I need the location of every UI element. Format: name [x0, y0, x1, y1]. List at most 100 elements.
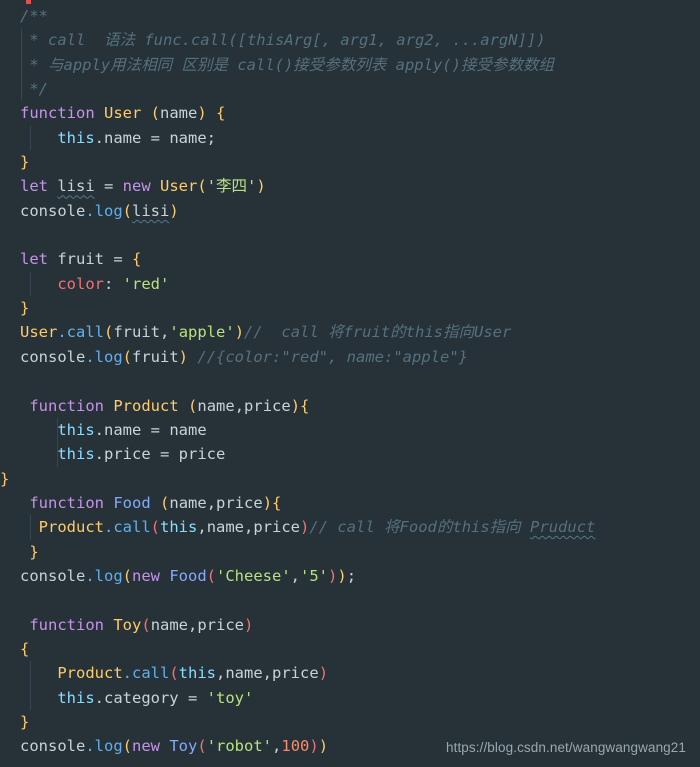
number-literal: 100 [281, 737, 310, 756]
code-line[interactable]: function Product (name,price){ [0, 394, 700, 418]
string-literal: 'red' [122, 274, 170, 293]
paren-open: ( [104, 323, 114, 342]
code-editor-pane[interactable]: /** * call 语法 func.call([thisArg[, arg1,… [0, 0, 700, 767]
function-name-food: Food [113, 493, 151, 512]
paren-close: ) [337, 566, 347, 585]
comment-token: // call 将fruit的this指向User [244, 323, 512, 342]
paren-open: ( [122, 566, 132, 585]
method-log: .log [85, 566, 123, 585]
code-line[interactable]: User.call(fruit,'apple')// call 将fruit的t… [0, 320, 700, 344]
paren-close: ) [169, 201, 179, 220]
code-line[interactable]: * 与apply用法相同 区别是 call()接受参数列表 apply()接受参… [0, 52, 700, 78]
code-line[interactable]: * call 语法 func.call([thisArg[, arg1, arg… [0, 28, 700, 53]
keyword-this: this [57, 420, 95, 439]
operator-assign: = [178, 688, 207, 707]
brace-close: } [29, 542, 39, 561]
indent-guide [21, 28, 22, 53]
paren-close: ) [318, 737, 329, 756]
colon: : [104, 274, 123, 293]
method-call: .call [104, 518, 151, 537]
watermark-url: https://blog.csdn.net/wangwangwang21 [445, 740, 686, 755]
code-line-blank[interactable] [0, 588, 700, 612]
variable-lisi: lisi [132, 201, 170, 220]
code-line[interactable]: let lisi = new User('李四') [0, 174, 700, 198]
code-line[interactable]: */ [0, 77, 700, 102]
keyword-function: function [29, 396, 104, 415]
comma: , [272, 737, 282, 756]
keyword-function: function [20, 104, 95, 123]
string-literal: 'Cheese' [216, 566, 291, 585]
code-line[interactable]: } [0, 150, 700, 174]
code-line[interactable]: this.category = 'toy' [0, 685, 700, 710]
comment-token: // call [309, 518, 385, 537]
code-line[interactable]: function Food (name,price){ [0, 491, 700, 515]
code-line[interactable]: { [0, 637, 700, 661]
keyword-this: this [57, 128, 95, 147]
arg-fruit: fruit [132, 347, 179, 366]
code-line[interactable]: } [0, 710, 700, 734]
code-line-blank[interactable] [0, 369, 700, 393]
code-line[interactable]: Product.call(this,name,price) [0, 661, 700, 686]
paren-open: ( [150, 104, 161, 123]
function-name-product: Product [113, 396, 179, 415]
indent-guide [30, 125, 31, 151]
string-literal: '5' [300, 566, 329, 585]
code-line[interactable]: color: 'red' [0, 271, 700, 297]
code-line[interactable]: /** [0, 4, 700, 28]
code-line-blank[interactable] [0, 223, 700, 247]
param-price: price [244, 396, 291, 415]
operator-assign: = [150, 445, 179, 464]
indent-guide [57, 417, 58, 443]
paren-close: ) [197, 104, 207, 123]
code-line[interactable]: console.log(fruit) //{color:"red", name:… [0, 345, 700, 369]
indent-guide [21, 52, 22, 78]
object-console: console [20, 201, 86, 220]
code-line[interactable]: Product.call(this,name,price)// call 将Fo… [0, 515, 700, 540]
object-user: User [20, 323, 58, 342]
indent-guide [57, 442, 58, 467]
param-name: name [225, 664, 263, 683]
method-log: .log [85, 201, 123, 220]
code-line[interactable]: this.price = price [0, 442, 700, 467]
brace-open: { [300, 396, 310, 415]
code-line[interactable]: this.name = name; [0, 125, 700, 151]
keyword-this: this [178, 664, 216, 683]
code-line[interactable]: } [0, 540, 700, 564]
arg-fruit: fruit [113, 323, 161, 342]
code-line[interactable]: let fruit = { [0, 247, 700, 271]
indent-guide [30, 685, 31, 710]
code-line[interactable]: } [0, 467, 700, 491]
keyword-let: let [20, 250, 48, 269]
code-line[interactable]: console.log(new Food('Cheese','5')); [0, 564, 700, 588]
paren-open: ( [188, 396, 198, 415]
method-call: .call [122, 664, 170, 683]
paren-open: ( [122, 347, 132, 366]
operator-assign: = [141, 420, 170, 439]
brace-close: } [0, 469, 10, 488]
comment-token: */ [20, 80, 48, 99]
code-line[interactable]: console.log(lisi) [0, 199, 700, 223]
brace-open: { [20, 639, 30, 658]
param-price: price [272, 664, 319, 683]
variable-lisi: lisi [57, 177, 95, 196]
code-line[interactable]: function User (name) { [0, 101, 700, 125]
code-line[interactable]: function Toy(name,price) [0, 613, 700, 637]
comma: , [188, 615, 198, 634]
operator-assign: = [141, 128, 170, 147]
code-line[interactable]: this.name = name [0, 417, 700, 443]
code-line[interactable]: } [0, 296, 700, 320]
param-name: name [169, 420, 207, 439]
